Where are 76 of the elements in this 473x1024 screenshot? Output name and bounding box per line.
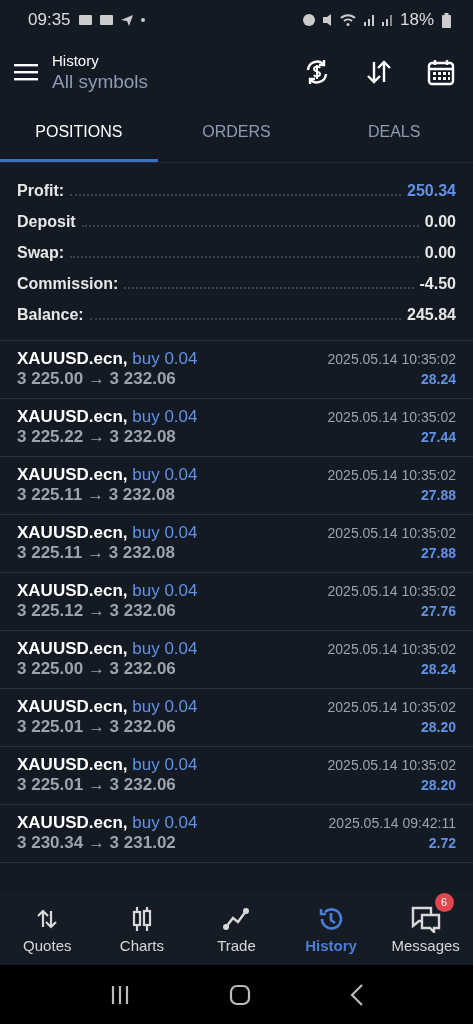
- position-title[interactable]: XAUUSD.ecn, buy 0.04: [17, 755, 198, 775]
- home-icon[interactable]: [228, 983, 251, 1006]
- battery-percent: 18%: [399, 10, 434, 30]
- price-range: 3 225.22 → 3 232.08: [17, 427, 176, 447]
- position-title[interactable]: XAUUSD.ecn, buy 0.04: [17, 581, 198, 601]
- sort-icon[interactable]: [365, 58, 393, 86]
- nav-tab[interactable]: Quotes: [0, 893, 95, 965]
- menu-icon[interactable]: [14, 63, 38, 81]
- summary-label: Commission:: [17, 274, 119, 293]
- summary-label: Balance:: [17, 305, 84, 324]
- tab[interactable]: POSITIONS: [0, 104, 158, 162]
- position-title[interactable]: XAUUSD.ecn, buy 0.04: [17, 697, 198, 717]
- position-time: 2025.05.14 10:35:02: [327, 409, 456, 425]
- battery-icon: [442, 12, 451, 28]
- price-range: 3 225.11 → 3 232.08: [17, 543, 175, 563]
- price-range: 3 225.12 → 3 232.06: [17, 601, 176, 621]
- price-range: 3 225.01 → 3 232.06: [17, 717, 176, 737]
- position-title[interactable]: XAUUSD.ecn, buy 0.04: [17, 523, 198, 543]
- wifi-icon: [339, 14, 356, 26]
- symbol-filter[interactable]: All symbols: [52, 70, 269, 93]
- summary-value: 245.84: [407, 305, 456, 324]
- position-time: 2025.05.14 09:42:11: [328, 815, 456, 831]
- summary-label: Profit:: [17, 181, 65, 200]
- mute-icon: [322, 14, 332, 26]
- position-profit: 28.20: [420, 719, 456, 735]
- summary-value: 250.34: [407, 181, 456, 200]
- position-title[interactable]: XAUUSD.ecn, buy 0.04: [17, 349, 198, 369]
- calendar-icon[interactable]: [427, 58, 455, 86]
- send-icon: [120, 14, 133, 26]
- nav-tab[interactable]: History: [283, 893, 379, 965]
- tab[interactable]: ORDERS: [157, 104, 316, 162]
- status-time: 09:35: [28, 10, 71, 30]
- position-profit: 28.24: [420, 371, 456, 387]
- position-time: 2025.05.14 10:35:02: [327, 467, 456, 483]
- price-range: 3 225.11 → 3 232.08: [17, 485, 175, 505]
- unread-badge: 6: [434, 892, 454, 912]
- position-profit: 27.76: [420, 603, 456, 619]
- price-range: 3 225.00 → 3 232.06: [17, 659, 176, 679]
- signal-icon: [363, 14, 374, 26]
- price-range: 3 230.34 → 3 231.02: [17, 833, 176, 853]
- candlestick-icon: [130, 905, 153, 932]
- back-icon[interactable]: [349, 983, 364, 1006]
- summary-value: 0.00: [424, 243, 456, 262]
- position-title[interactable]: XAUUSD.ecn, buy 0.04: [17, 407, 198, 427]
- position-profit: 2.72: [428, 835, 456, 851]
- nav-tab[interactable]: Charts: [94, 893, 190, 965]
- position-time: 2025.05.14 10:35:02: [327, 351, 456, 367]
- position-time: 2025.05.14 10:35:02: [327, 699, 456, 715]
- chat-icon: [409, 904, 442, 933]
- dot-icon: [140, 18, 145, 22]
- position-profit: 28.24: [420, 661, 456, 677]
- position-profit: 28.20: [420, 777, 456, 793]
- history-icon: [318, 905, 345, 932]
- position-time: 2025.05.14 10:35:02: [327, 525, 456, 541]
- signal-icon: [381, 14, 392, 26]
- summary-value: 0.00: [424, 212, 456, 231]
- position-time: 2025.05.14 10:35:02: [327, 757, 456, 773]
- position-profit: 27.88: [420, 487, 456, 503]
- position-title[interactable]: XAUUSD.ecn, buy 0.04: [17, 639, 198, 659]
- summary-label: Deposit: [17, 212, 76, 231]
- position-profit: 27.44: [420, 429, 456, 445]
- recent-apps-icon[interactable]: [109, 985, 130, 1004]
- position-title[interactable]: XAUUSD.ecn, buy 0.04: [17, 465, 198, 485]
- summary-value: -4.50: [419, 274, 456, 293]
- line-chart-icon: [223, 906, 250, 931]
- price-range: 3 225.01 → 3 232.06: [17, 775, 176, 795]
- position-title[interactable]: XAUUSD.ecn, buy 0.04: [17, 813, 198, 833]
- position-profit: 27.88: [420, 545, 456, 561]
- screen-title: History: [52, 51, 100, 69]
- position-time: 2025.05.14 10:35:02: [327, 641, 456, 657]
- summary-label: Swap:: [17, 243, 65, 262]
- tab[interactable]: DEALS: [315, 104, 473, 162]
- nav-tab[interactable]: Trade: [189, 893, 284, 965]
- nav-tab[interactable]: 6 Messages: [378, 893, 473, 965]
- position-time: 2025.05.14 10:35:02: [327, 583, 456, 599]
- price-range: 3 225.00 → 3 232.06: [17, 369, 176, 389]
